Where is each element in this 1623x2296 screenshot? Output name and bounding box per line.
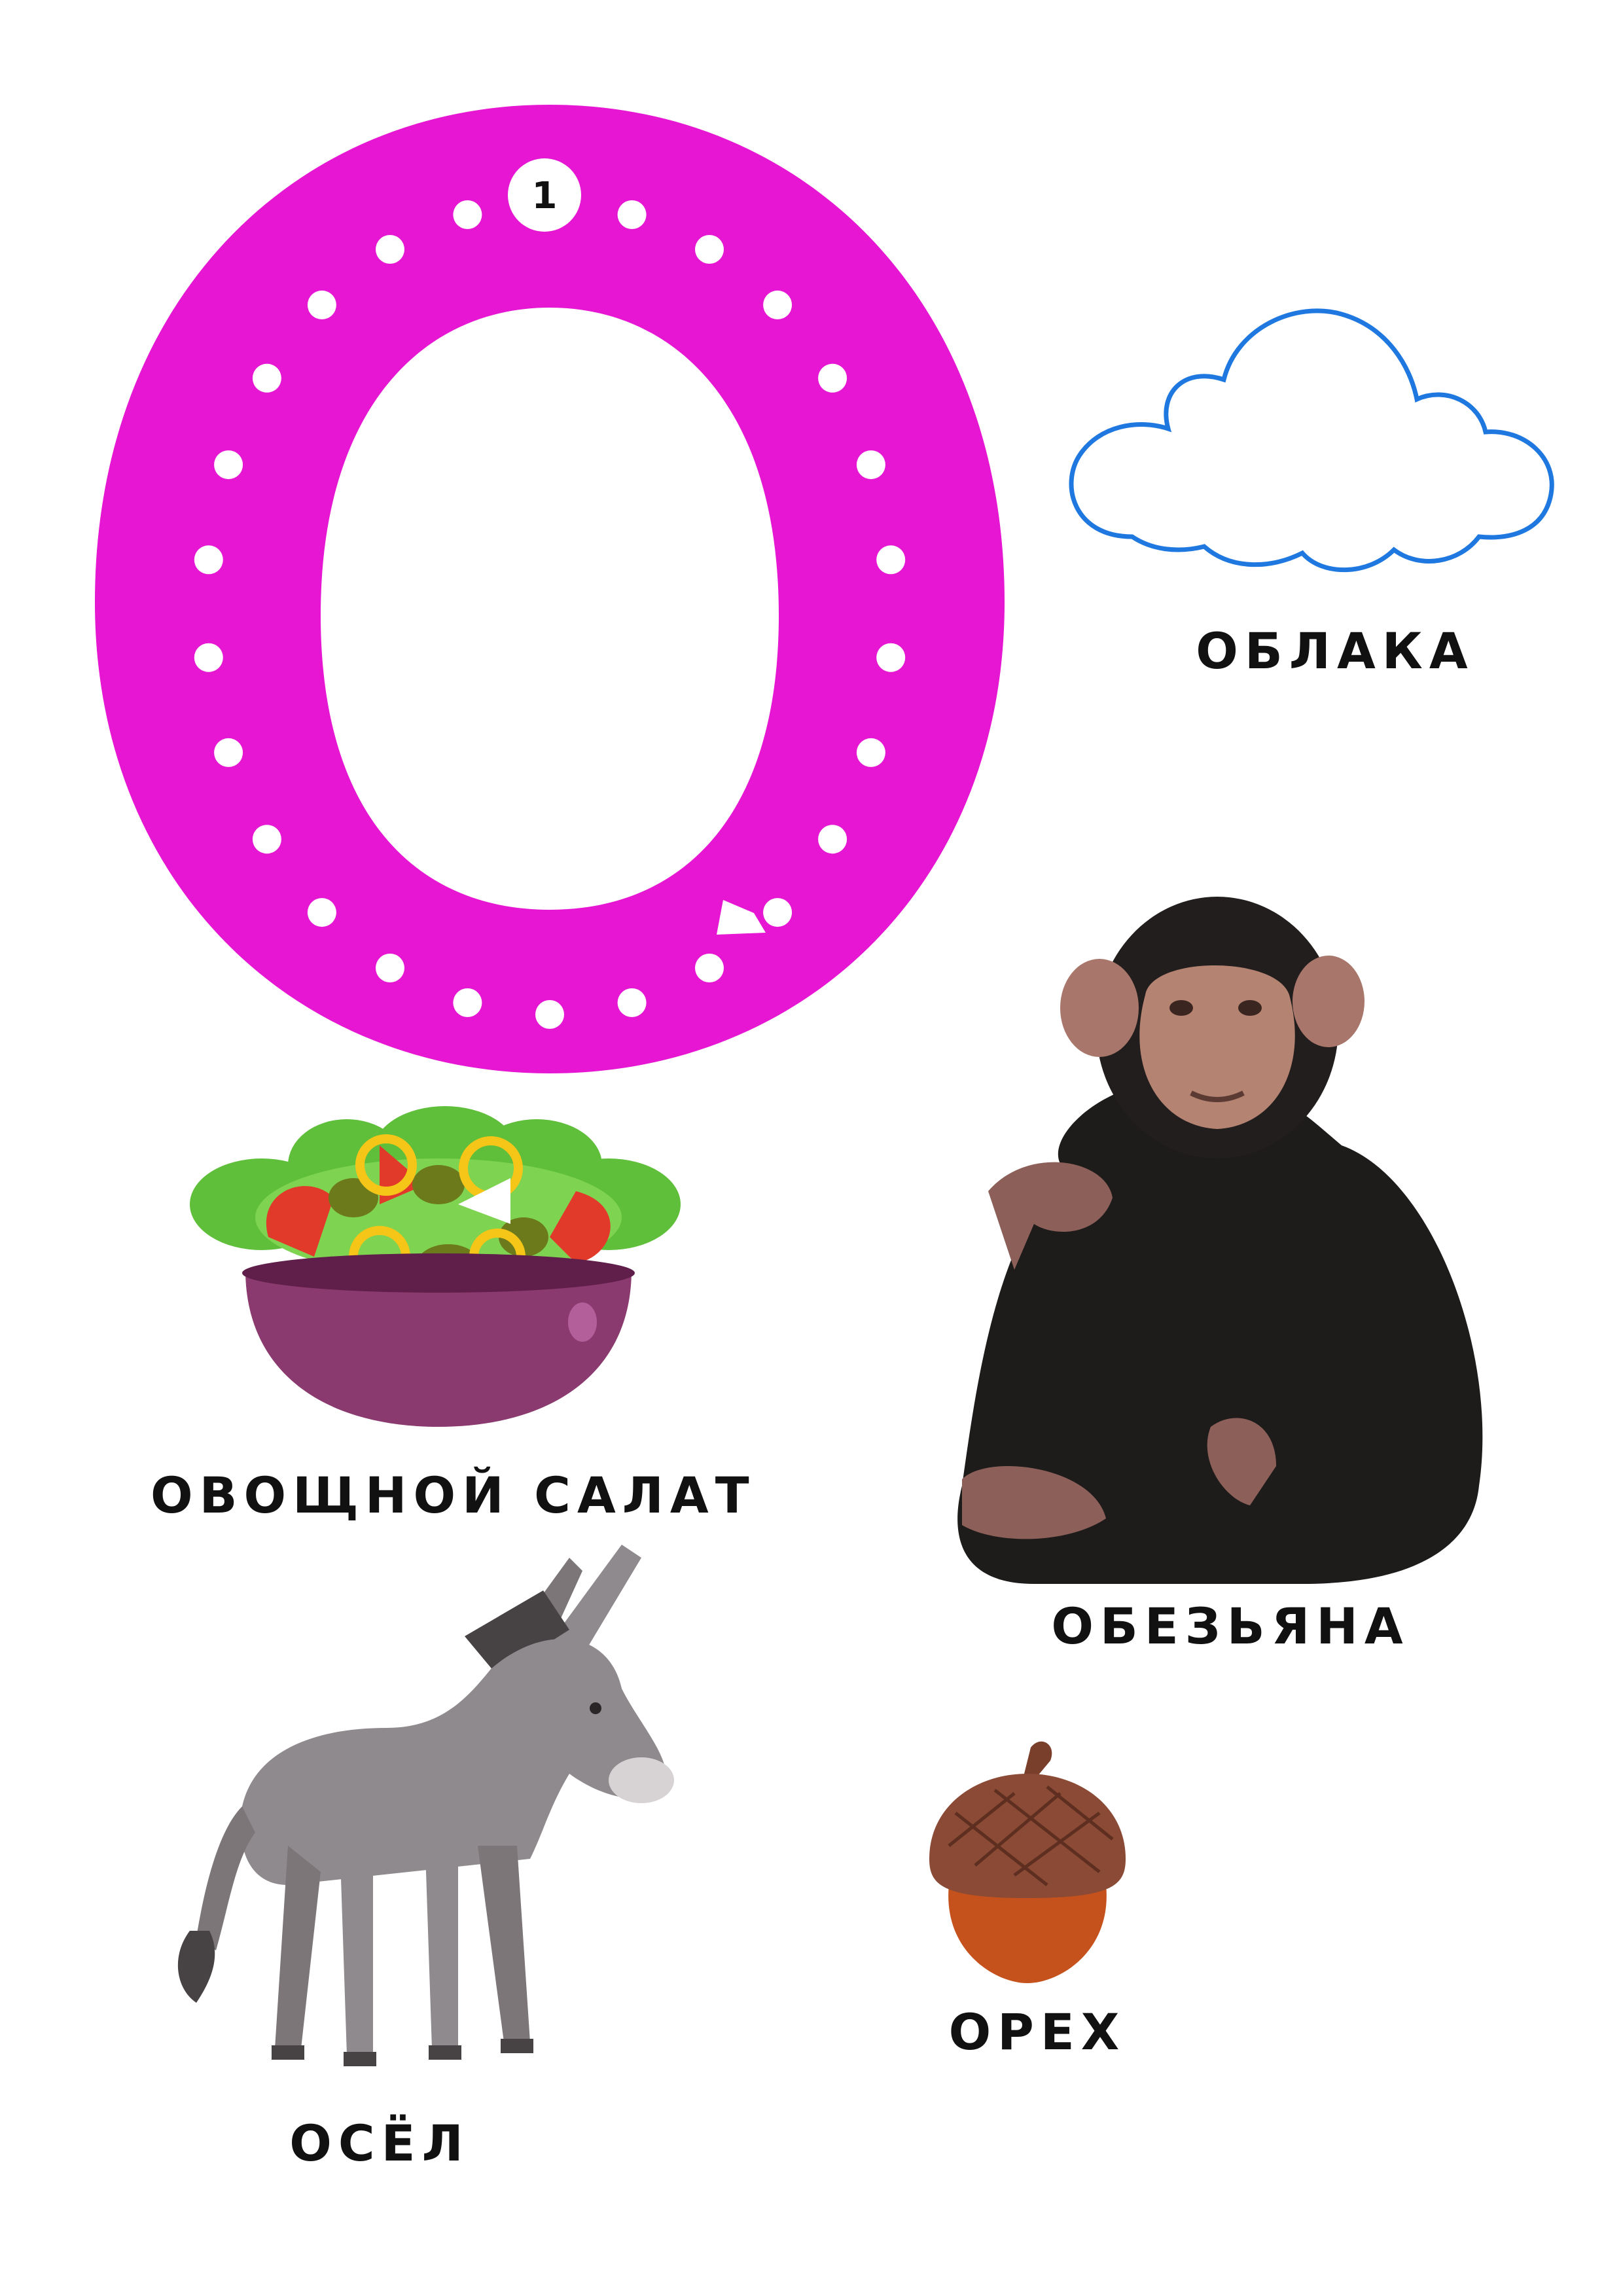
tracing-dot bbox=[818, 363, 847, 393]
tracing-dot bbox=[617, 200, 647, 229]
tracing-dot bbox=[307, 898, 336, 927]
tracing-dot bbox=[617, 988, 647, 1017]
monkey-picture bbox=[936, 897, 1492, 1584]
tracing-dot bbox=[252, 825, 281, 854]
tracing-dot bbox=[763, 898, 793, 927]
tracing-dot bbox=[818, 825, 847, 854]
bowl-icon bbox=[245, 1270, 632, 1427]
chimpanzee-icon bbox=[957, 897, 1483, 1584]
tracing-dot bbox=[214, 738, 243, 767]
letter-o-tracing: 1 bbox=[92, 105, 1008, 1073]
tracing-dot bbox=[376, 954, 404, 982]
tracing-dot bbox=[453, 200, 482, 229]
tracing-dot bbox=[695, 235, 724, 264]
tracing-dot bbox=[856, 450, 885, 480]
letter-o-shape bbox=[95, 105, 1005, 1073]
acorn-label: ОРЕХ bbox=[948, 2003, 1126, 2061]
bowl-highlight bbox=[568, 1302, 597, 1342]
donkey-icon bbox=[177, 1545, 674, 2066]
tracing-dot bbox=[252, 363, 281, 393]
donkey-picture bbox=[124, 1532, 798, 2094]
salad-label: ОВОЩНОЙ САЛАТ bbox=[151, 1466, 756, 1524]
salad-picture bbox=[183, 1106, 694, 1440]
tracing-dot bbox=[535, 1000, 564, 1029]
tracing-dot bbox=[876, 643, 906, 672]
tracing-dot bbox=[376, 235, 404, 264]
tracing-dot bbox=[214, 450, 243, 480]
tracing-dot bbox=[876, 545, 906, 575]
bowl-rim bbox=[242, 1253, 635, 1293]
tracing-dot bbox=[307, 290, 336, 319]
acorn-picture bbox=[916, 1734, 1139, 1983]
tracing-dot bbox=[763, 290, 793, 319]
cloud-outline-icon bbox=[1069, 308, 1554, 573]
start-marker-number: 1 bbox=[532, 175, 558, 217]
cloud-picture bbox=[1054, 288, 1571, 596]
monkey-label: ОБЕЗЬЯНА bbox=[1051, 1597, 1410, 1655]
tracing-dot bbox=[695, 954, 724, 982]
donkey-label: ОСЁЛ bbox=[289, 2114, 470, 2172]
acorn-icon bbox=[929, 1741, 1126, 1983]
tracing-dot bbox=[453, 988, 482, 1017]
cloud-label: ОБЛАКА bbox=[1196, 622, 1474, 680]
tracing-dot bbox=[856, 738, 885, 767]
tracing-dot bbox=[194, 545, 223, 575]
tracing-dot bbox=[194, 643, 223, 672]
